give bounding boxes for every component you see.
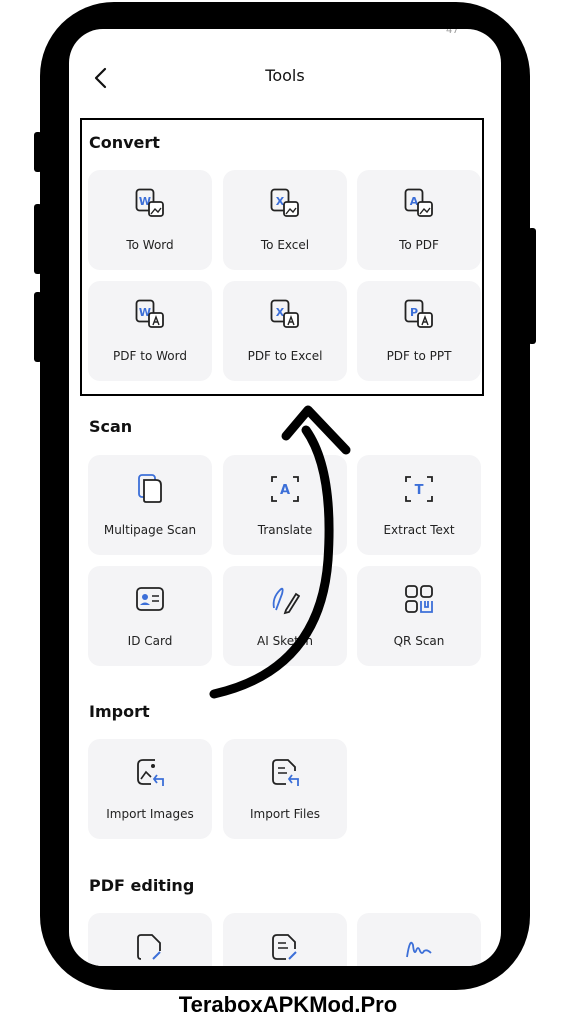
watermark-text: TeraboxAPKMod.Pro <box>178 992 398 1017</box>
pointer-arrow-icon <box>209 405 351 699</box>
